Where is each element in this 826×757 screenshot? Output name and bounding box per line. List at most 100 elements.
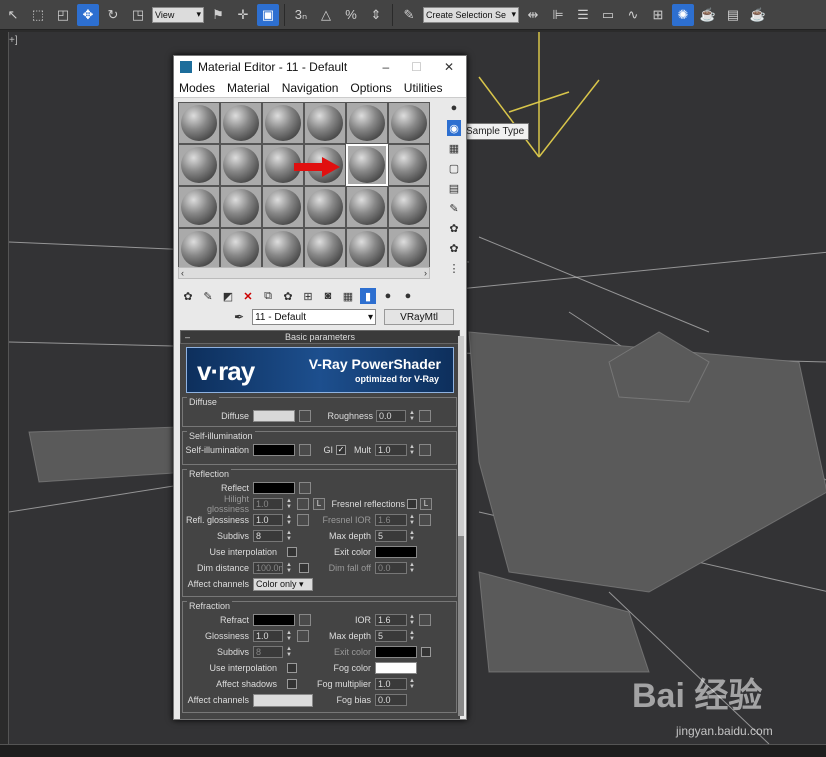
viewport-label[interactable]: +] (9, 35, 18, 46)
hilight-glossiness-spinner[interactable]: 1.0 (253, 498, 283, 510)
sample-slot[interactable] (346, 186, 388, 228)
sample-slot[interactable] (178, 102, 220, 144)
get-material-icon[interactable]: ✿ (180, 288, 196, 304)
self-illum-color-swatch[interactable] (253, 444, 295, 456)
dim-distance-checkbox[interactable] (299, 563, 309, 573)
select-object-icon[interactable]: ↖ (2, 4, 24, 26)
menu-modes[interactable]: Modes (179, 81, 215, 95)
sample-slot[interactable] (388, 102, 430, 144)
material-id-channel-icon[interactable]: ◙ (320, 288, 336, 304)
spinner-arrows-icon[interactable]: ▲ ▼ (408, 410, 416, 422)
refract-max-depth-spinner[interactable]: 5 (375, 630, 407, 642)
reset-map-icon[interactable]: ✕ (240, 288, 256, 304)
refract-subdivs-spinner[interactable]: 8 (253, 646, 283, 658)
menu-material[interactable]: Material (227, 81, 270, 95)
sample-slot[interactable] (178, 186, 220, 228)
graphite-ribbon-icon[interactable]: ▭ (597, 4, 619, 26)
material-name-field[interactable]: 11 - Default ▾ (252, 309, 377, 325)
rendered-frame-window-icon[interactable]: ▤ (722, 4, 744, 26)
mirror-icon[interactable]: ⇹ (522, 4, 544, 26)
reflect-subdivs-spinner[interactable]: 8 (253, 530, 283, 542)
sample-uv-tiling-icon[interactable]: ▢ (447, 160, 461, 176)
roughness-spinner[interactable]: 0.0 (376, 410, 406, 422)
self-illum-map-button[interactable] (299, 444, 311, 456)
make-preview-icon[interactable]: ✎ (447, 200, 461, 216)
show-shaded-material-icon[interactable]: ▦ (340, 288, 356, 304)
snap-toggle-icon[interactable]: 3ₙ (290, 4, 312, 26)
schematic-view-icon[interactable]: ⊞ (647, 4, 669, 26)
spinner-arrows-icon[interactable]: ▲ ▼ (285, 646, 293, 658)
refract-color-swatch[interactable] (253, 614, 295, 626)
fresnel-ior-map-button[interactable] (419, 514, 431, 526)
background-icon[interactable]: ▦ (447, 140, 461, 156)
fog-multiplier-spinner[interactable]: 1.0 (375, 678, 407, 690)
scale-icon[interactable]: ◳ (127, 4, 149, 26)
rectangular-selection-icon[interactable]: ⬚ (27, 4, 49, 26)
roughness-map-button[interactable] (419, 410, 431, 422)
align-icon[interactable]: ⊫ (547, 4, 569, 26)
rollout-scrollbar[interactable] (458, 336, 464, 716)
spinner-arrows-icon[interactable]: ▲ ▼ (408, 444, 416, 456)
sample-slot[interactable] (220, 228, 262, 270)
refract-glossiness-map-button[interactable] (297, 630, 309, 642)
fresnel-lock-button[interactable]: L (420, 498, 432, 510)
sample-slot[interactable] (220, 102, 262, 144)
sample-sphere-icon[interactable]: ● (447, 100, 461, 116)
material-editor-titlebar[interactable]: Material Editor - 11 - Default – ☐ ✕ (174, 56, 466, 78)
reflect-max-depth-spinner[interactable]: 5 (375, 530, 407, 542)
sample-slot[interactable] (388, 186, 430, 228)
named-selection-sets-dropdown[interactable]: Create Selection Se ▾ (423, 6, 519, 23)
refl-glossiness-map-button[interactable] (297, 514, 309, 526)
select-by-material-icon[interactable]: ✿ (447, 240, 461, 256)
refract-use-interpolation-checkbox[interactable] (287, 663, 297, 673)
spinner-arrows-icon[interactable]: ▲ ▼ (285, 630, 293, 642)
hilight-lock-button[interactable]: L (313, 498, 325, 510)
scrollbar-thumb[interactable] (458, 536, 464, 716)
sample-slot[interactable] (388, 144, 430, 186)
show-end-result-icon[interactable]: ▮ (360, 288, 376, 304)
gi-checkbox[interactable]: ✓ (336, 445, 346, 455)
rotate-icon[interactable]: ↻ (102, 4, 124, 26)
hilight-map-button[interactable] (297, 498, 309, 510)
material-type-button[interactable]: VRayMtl (384, 309, 455, 325)
edit-named-selection-icon[interactable]: ✎ (398, 4, 420, 26)
sample-slot[interactable] (178, 228, 220, 270)
sample-slot[interactable] (262, 102, 304, 144)
sample-slot-selected[interactable] (294, 144, 388, 186)
move-icon[interactable]: ✥ (77, 3, 99, 26)
copy-material-icon[interactable]: ⧉ (260, 288, 276, 304)
go-to-parent-icon[interactable]: ● (380, 288, 396, 304)
sample-slot[interactable] (262, 228, 304, 270)
sample-type-icon[interactable]: ◉ (447, 120, 461, 136)
spinner-arrows-icon[interactable]: ▲ ▼ (408, 614, 416, 626)
percent-snap-icon[interactable]: % (340, 4, 362, 26)
options-icon[interactable]: ✿ (447, 220, 461, 236)
sample-slot[interactable] (304, 228, 346, 270)
fresnel-reflections-checkbox[interactable] (407, 499, 417, 509)
render-production-icon[interactable]: ☕ (747, 4, 769, 26)
spinner-arrows-icon[interactable]: ▲ ▼ (285, 530, 293, 542)
spinner-arrows-icon[interactable]: ▲ ▼ (408, 678, 416, 690)
affect-shadows-checkbox[interactable] (287, 679, 297, 689)
maximize-icon[interactable]: ☐ (411, 60, 422, 74)
sample-slot[interactable] (388, 228, 430, 270)
refract-affect-channels-dropdown[interactable] (253, 693, 313, 707)
pivot-icon[interactable]: ⚑ (207, 4, 229, 26)
spinner-arrows-icon[interactable]: ▲ ▼ (285, 562, 293, 574)
reference-coordinate-dropdown[interactable]: View ▾ (152, 6, 204, 23)
reflect-color-swatch[interactable] (253, 482, 295, 494)
spinner-arrows-icon[interactable]: ▲ ▼ (285, 514, 293, 526)
fresnel-ior-spinner[interactable]: 1.6 (375, 514, 407, 526)
sample-slot[interactable] (220, 144, 262, 186)
scroll-right-icon[interactable]: › (424, 268, 427, 278)
sample-slot[interactable] (262, 186, 304, 228)
spinner-arrows-icon[interactable]: ▲ ▼ (408, 562, 416, 574)
material-map-navigator-icon[interactable]: ⋮ (447, 260, 461, 276)
sample-slot[interactable] (346, 102, 388, 144)
fog-bias-spinner[interactable]: 0.0 (375, 694, 407, 706)
close-icon[interactable]: ✕ (444, 60, 454, 74)
sample-slot[interactable] (220, 186, 262, 228)
menu-options[interactable]: Options (350, 81, 391, 95)
render-setup-icon[interactable]: ☕ (697, 4, 719, 26)
material-editor-icon[interactable]: ✺ (672, 3, 694, 26)
